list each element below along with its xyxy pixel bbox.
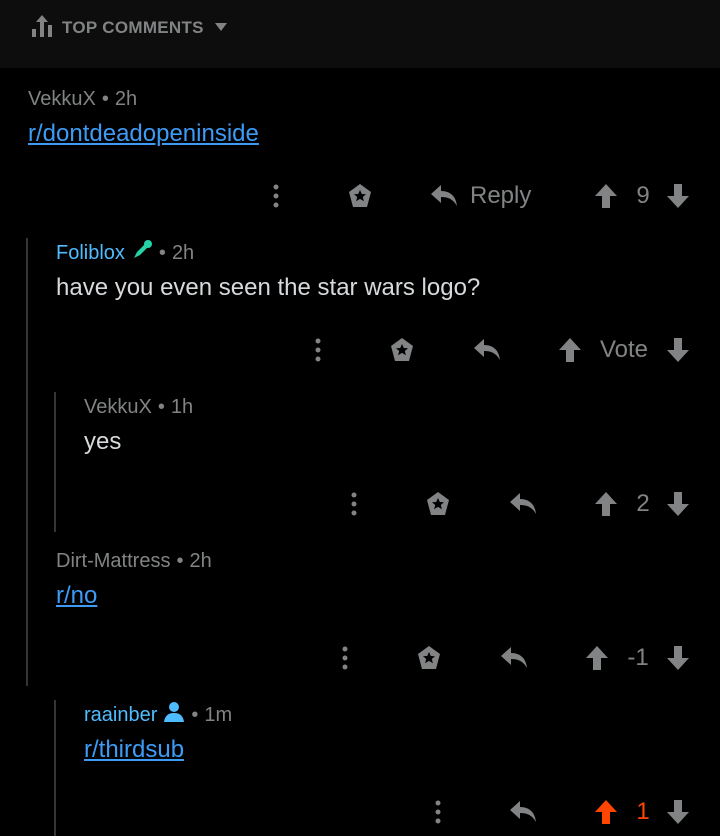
comment: Foliblox • 2h have you even seen the sta… (56, 240, 480, 302)
score: -1 (627, 644, 649, 671)
profile-icon (163, 701, 185, 729)
more-options-button[interactable] (264, 182, 288, 210)
upvote-button[interactable] (593, 491, 619, 517)
award-button[interactable] (346, 182, 374, 210)
comment-body: r/thirdsub (84, 736, 232, 764)
downvote-button[interactable] (665, 491, 691, 517)
reply-button[interactable] (499, 644, 529, 672)
award-icon (391, 338, 413, 361)
more-options-button[interactable] (333, 644, 357, 672)
comment-meta: raainber • 1m (84, 702, 232, 728)
comment-body: yes (84, 428, 122, 455)
reply-icon (501, 647, 527, 668)
more-options-button[interactable] (306, 336, 330, 364)
score: 9 (636, 182, 650, 209)
comment-author[interactable]: Foliblox (56, 242, 125, 265)
award-button[interactable] (424, 490, 452, 518)
more-icon (273, 184, 279, 208)
upvote-button[interactable] (557, 337, 583, 363)
caret-down-icon (214, 19, 228, 37)
upvote-icon (595, 492, 617, 516)
flair-pen-icon (131, 239, 153, 267)
reply-icon (510, 801, 536, 822)
upvote-icon (586, 646, 608, 670)
reply-icon (474, 339, 500, 360)
more-options-button[interactable] (426, 798, 450, 826)
award-button[interactable] (388, 336, 416, 364)
upvote-icon (595, 184, 617, 208)
downvote-button[interactable] (665, 645, 691, 671)
reply-icon (510, 493, 536, 514)
downvote-button[interactable] (665, 183, 691, 209)
comment-author[interactable]: VekkuX (84, 396, 152, 419)
separator-dot: • (191, 703, 199, 726)
downvote-icon (667, 800, 689, 824)
separator-dot: • (101, 87, 109, 110)
score: 2 (636, 490, 650, 517)
reply-button[interactable] (508, 490, 538, 518)
separator-dot: • (157, 395, 165, 418)
comment: VekkuX • 2h r/dontdeadopeninside (28, 86, 259, 148)
comment-body: r/dontdeadopeninside (28, 120, 259, 148)
separator-dot: • (158, 241, 166, 264)
sort-dropdown[interactable]: TOP COMMENTS (30, 14, 228, 42)
comment-author[interactable]: VekkuX (28, 88, 96, 111)
comment: Dirt-Mattress • 2h r/no (56, 548, 212, 610)
comments-sort-bar: TOP COMMENTS (0, 0, 720, 68)
reply-label: Reply (470, 182, 532, 209)
comment-author[interactable]: raainber (84, 704, 157, 727)
comment: raainber • 1m r/thirdsub (84, 702, 232, 764)
comment-author[interactable]: Dirt-Mattress (56, 550, 170, 573)
downvote-button[interactable] (665, 337, 691, 363)
comment: VekkuX • 1h yes (84, 394, 193, 456)
separator-dot: • (176, 549, 184, 572)
upvote-button-active[interactable] (593, 799, 619, 825)
upvote-button[interactable] (593, 183, 619, 209)
comment-meta: Dirt-Mattress • 2h (56, 548, 212, 574)
vote-label: Vote (599, 336, 649, 363)
score: 1 (636, 798, 650, 825)
reply-icon (431, 185, 457, 206)
award-icon (427, 492, 449, 515)
downvote-button[interactable] (665, 799, 691, 825)
thread-line-level2a[interactable] (54, 392, 56, 532)
comment-meta: VekkuX • 2h (28, 86, 259, 112)
thread-line-level1[interactable] (26, 238, 28, 686)
comment-time: 2h (171, 241, 195, 264)
award-button[interactable] (415, 644, 443, 672)
comment-time: 1h (170, 395, 194, 418)
downvote-icon (667, 184, 689, 208)
downvote-icon (667, 646, 689, 670)
reply-button[interactable]: Reply (430, 180, 540, 212)
comment-time: 2h (189, 549, 212, 572)
comment-meta: Foliblox • 2h (56, 240, 480, 266)
more-icon (342, 646, 348, 670)
downvote-icon (667, 338, 689, 362)
comment-body: r/no (56, 582, 212, 610)
comment-body: have you even seen the star wars logo? (56, 274, 481, 301)
comment-meta: VekkuX • 1h (84, 394, 193, 420)
subreddit-link[interactable]: r/no (56, 582, 97, 609)
thread-line-level2b[interactable] (54, 700, 56, 836)
more-options-button[interactable] (342, 490, 366, 518)
award-icon (418, 646, 440, 669)
subreddit-link[interactable]: r/thirdsub (84, 736, 184, 763)
upvote-button[interactable] (584, 645, 610, 671)
more-icon (315, 338, 321, 362)
more-icon (351, 492, 357, 516)
downvote-icon (667, 492, 689, 516)
sort-icon (30, 13, 54, 44)
sort-label: TOP COMMENTS (62, 18, 204, 37)
subreddit-link[interactable]: r/dontdeadopeninside (28, 120, 259, 147)
reply-button[interactable] (508, 798, 538, 826)
upvote-icon (559, 338, 581, 362)
reply-button[interactable] (472, 336, 502, 364)
more-icon (435, 800, 441, 824)
award-icon (349, 184, 371, 207)
comment-time: 1m (204, 703, 233, 726)
upvote-icon (595, 800, 617, 824)
comment-time: 2h (114, 87, 138, 110)
